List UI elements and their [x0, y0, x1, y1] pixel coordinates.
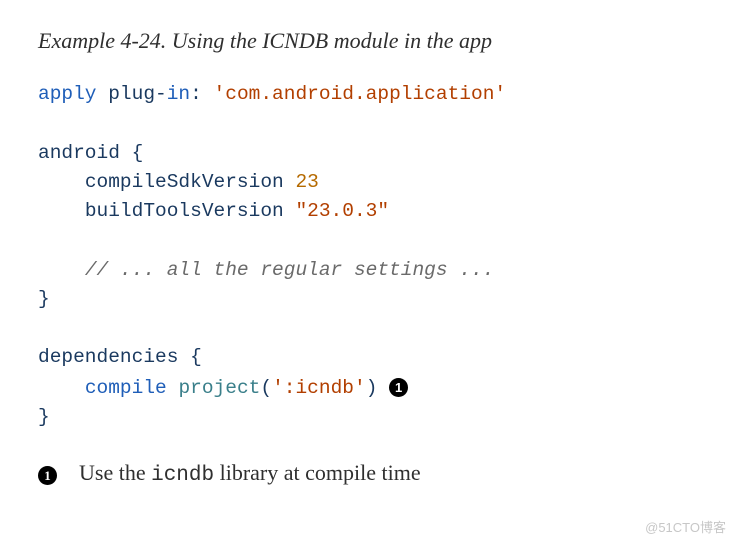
code-number: 23 — [295, 171, 318, 193]
code-keyword: apply — [38, 83, 97, 105]
code-token: ) — [366, 377, 389, 399]
code-token: buildToolsVersion — [85, 200, 284, 222]
watermark: @51CTO博客 — [645, 517, 726, 536]
callout-code: icndb — [151, 464, 214, 487]
code-token: { — [178, 346, 201, 368]
code-function: project — [178, 377, 260, 399]
callout-ref: 1 — [389, 376, 408, 398]
code-token: compileSdkVersion — [85, 171, 284, 193]
callout-text: Use the icndb library at compile time — [79, 460, 421, 487]
code-comment: // ... all the regular settings ... — [85, 259, 495, 281]
code-token: ( — [260, 377, 272, 399]
callout-badge: 1 — [389, 378, 408, 397]
code-token: } — [38, 288, 50, 310]
code-token: : — [190, 83, 213, 105]
code-token: - — [155, 83, 167, 105]
callout-badge: 1 — [38, 466, 57, 485]
code-token: dependencies — [38, 346, 178, 368]
callout-description: 1 Use the icndb library at compile time — [38, 460, 704, 487]
code-string: ':icndb' — [272, 377, 366, 399]
code-token: { — [120, 142, 143, 164]
code-string: 'com.android.application' — [214, 83, 507, 105]
callout-text-pre: Use the — [79, 460, 151, 485]
example-caption: Example 4-24. Using the ICNDB module in … — [38, 28, 704, 54]
code-token: android — [38, 142, 120, 164]
code-string: "23.0.3" — [295, 200, 389, 222]
code-token: } — [38, 406, 50, 428]
code-token: plug — [108, 83, 155, 105]
callout-text-post: library at compile time — [214, 460, 421, 485]
code-keyword: in — [167, 83, 190, 105]
code-keyword: compile — [85, 377, 167, 399]
document-page: Example 4-24. Using the ICNDB module in … — [0, 0, 742, 507]
code-listing: apply plug-in: 'com.android.application'… — [38, 80, 704, 432]
